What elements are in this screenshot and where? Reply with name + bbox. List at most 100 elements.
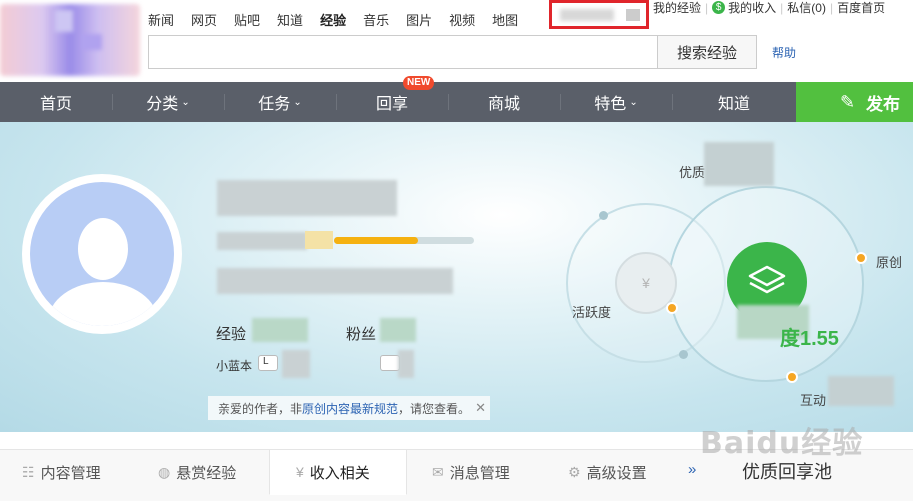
quality-value-blurred <box>704 142 774 186</box>
search-button[interactable]: 搜索经验 <box>657 35 757 69</box>
fans-badge[interactable] <box>380 355 400 371</box>
nav-featured-label: 特色 <box>594 96 627 113</box>
level-progress-bar <box>334 237 474 244</box>
top-nav-tieba[interactable]: 贴吧 <box>234 10 260 29</box>
list-icon: ☷ <box>22 463 35 480</box>
interaction-label: 互动 <box>800 393 827 408</box>
nav-mall[interactable]: 商城 <box>448 82 560 122</box>
publish-label: 发布 <box>866 94 900 114</box>
nav-zhidao[interactable]: 知道 <box>672 82 796 122</box>
nav-category[interactable]: 分类 ⌄ <box>112 82 224 122</box>
publish-button[interactable]: ✎ 发布 <box>796 82 913 122</box>
chevron-down-icon: ⌄ <box>293 96 302 108</box>
dropdown-icon <box>626 9 640 21</box>
avatar[interactable] <box>22 174 182 334</box>
search-input[interactable] <box>148 35 658 69</box>
reward-icon: ◍ <box>158 463 171 480</box>
activity-dot <box>666 302 678 314</box>
nav-home[interactable]: 首页 <box>0 82 112 122</box>
tab-label: 内容管理 <box>40 464 101 482</box>
latest-rules-link[interactable]: 最新规范 <box>350 400 398 417</box>
original-label: 原创 <box>876 255 903 270</box>
layers-icon-svg <box>748 265 786 294</box>
notice-bar: 亲爱的作者，非 原创内容 最新规范 ，请您查看。 ✕ <box>208 396 490 420</box>
baidu-watermark: Baidu经验 <box>700 426 864 461</box>
top-nav-web[interactable]: 网页 <box>191 10 217 29</box>
my-income-link[interactable]: 我的收入 <box>728 0 776 16</box>
exp-count-blurred <box>252 318 308 342</box>
fans-label: 粉丝 <box>346 326 377 343</box>
ring-marker <box>679 350 688 359</box>
baidu-home-link[interactable]: 百度首页 <box>837 0 885 16</box>
original-dot <box>855 252 867 264</box>
exp-label: 经验 <box>216 326 247 343</box>
divider: | <box>829 0 834 15</box>
dollar-icon: $ <box>712 1 726 14</box>
messages-link[interactable]: 私信(0) <box>787 0 826 16</box>
notice-suffix: ，请您查看。 <box>398 401 471 416</box>
chevron-down-icon: ⌄ <box>629 96 638 108</box>
nav-mall-label: 商城 <box>487 96 520 113</box>
divider: | <box>705 0 709 15</box>
tab-content-management[interactable]: ☷ 内容管理 <box>22 450 142 494</box>
pen-icon: ✎ <box>840 92 856 112</box>
tab-income[interactable]: ¥ 收入相关 <box>269 449 407 495</box>
username-blurred <box>560 9 614 21</box>
close-icon[interactable]: ✕ <box>475 400 486 416</box>
tab-label: 消息管理 <box>449 464 510 482</box>
gear-icon: ⚙ <box>568 463 581 480</box>
chevron-down-icon: ⌄ <box>181 96 190 108</box>
nav-featured[interactable]: 特色 ⌄ <box>560 82 672 122</box>
username-blurred <box>217 180 397 216</box>
profile-meta-blurred <box>217 268 453 294</box>
top-nav-news[interactable]: 新闻 <box>148 10 174 29</box>
interaction-value-blurred <box>828 376 894 406</box>
top-product-nav: 新闻 网页 贴吧 知道 经验 音乐 图片 视频 地图 <box>148 10 535 29</box>
quality-label: 优质 <box>679 165 706 180</box>
tab-reward-exp[interactable]: ◍ 悬赏经验 <box>158 450 268 494</box>
tab-messages[interactable]: ✉ 消息管理 <box>432 450 542 494</box>
username-highlight-box[interactable] <box>549 0 649 29</box>
ring-marker <box>599 211 608 220</box>
nav-tasks[interactable]: 任务 ⌄ <box>224 82 336 122</box>
fans-count-blurred <box>380 318 416 342</box>
top-nav-jingyan[interactable]: 经验 <box>320 10 346 29</box>
level-progress-fill <box>334 237 418 244</box>
nav-zhidao-label: 知道 <box>717 96 750 113</box>
more-tabs-arrow[interactable]: » <box>688 461 696 478</box>
user-links: 我的经验 | $ 我的收入 | 私信(0) | 百度首页 <box>653 0 885 16</box>
new-badge: NEW <box>403 76 435 90</box>
top-nav-images[interactable]: 图片 <box>406 10 432 29</box>
activity-label: 活跃度 <box>572 305 612 320</box>
yuan-symbol: ¥ <box>642 275 650 291</box>
top-nav-zhidao[interactable]: 知道 <box>277 10 303 29</box>
avatar-head-shape <box>78 218 128 280</box>
original-content-link[interactable]: 原创内容 <box>302 400 350 417</box>
tab-label: 收入相关 <box>309 464 370 482</box>
site-logo-blurred[interactable] <box>0 4 140 76</box>
blue-book-label: 小蓝本 <box>216 359 253 373</box>
avatar-body-shape <box>48 282 158 326</box>
blue-book-badge[interactable]: L <box>258 355 278 371</box>
nav-category-label: 分类 <box>146 96 179 113</box>
notice-prefix: 亲爱的作者，非 <box>218 401 303 416</box>
interaction-dot <box>786 371 798 383</box>
baidu-jingyan-profile-page: 新闻 网页 贴吧 知道 经验 音乐 图片 视频 地图 我的经验 | $ 我的收入… <box>0 0 913 501</box>
main-nav: 首页 分类 ⌄ 任务 ⌄ 回享 商城 特色 ⌄ 知道 <box>0 82 913 122</box>
divider: | <box>780 0 784 15</box>
help-link[interactable]: 帮助 <box>772 44 796 61</box>
avatar-placeholder <box>30 182 174 326</box>
top-nav-music[interactable]: 音乐 <box>363 10 389 29</box>
tab-settings[interactable]: ⚙ 高级设置 <box>568 450 678 494</box>
mail-icon: ✉ <box>432 463 444 480</box>
level-badge <box>305 231 333 249</box>
yen-icon: ¥ <box>296 464 304 480</box>
fans-value-blurred <box>398 350 414 378</box>
my-exp-link[interactable]: 我的经验 <box>653 0 701 16</box>
top-nav-video[interactable]: 视频 <box>449 10 475 29</box>
nav-tasks-label: 任务 <box>258 96 291 113</box>
nav-huixiang-label: 回享 <box>375 96 408 113</box>
level-title-blurred <box>217 232 307 250</box>
top-nav-map[interactable]: 地图 <box>492 10 518 29</box>
nav-home-label: 首页 <box>39 96 72 113</box>
